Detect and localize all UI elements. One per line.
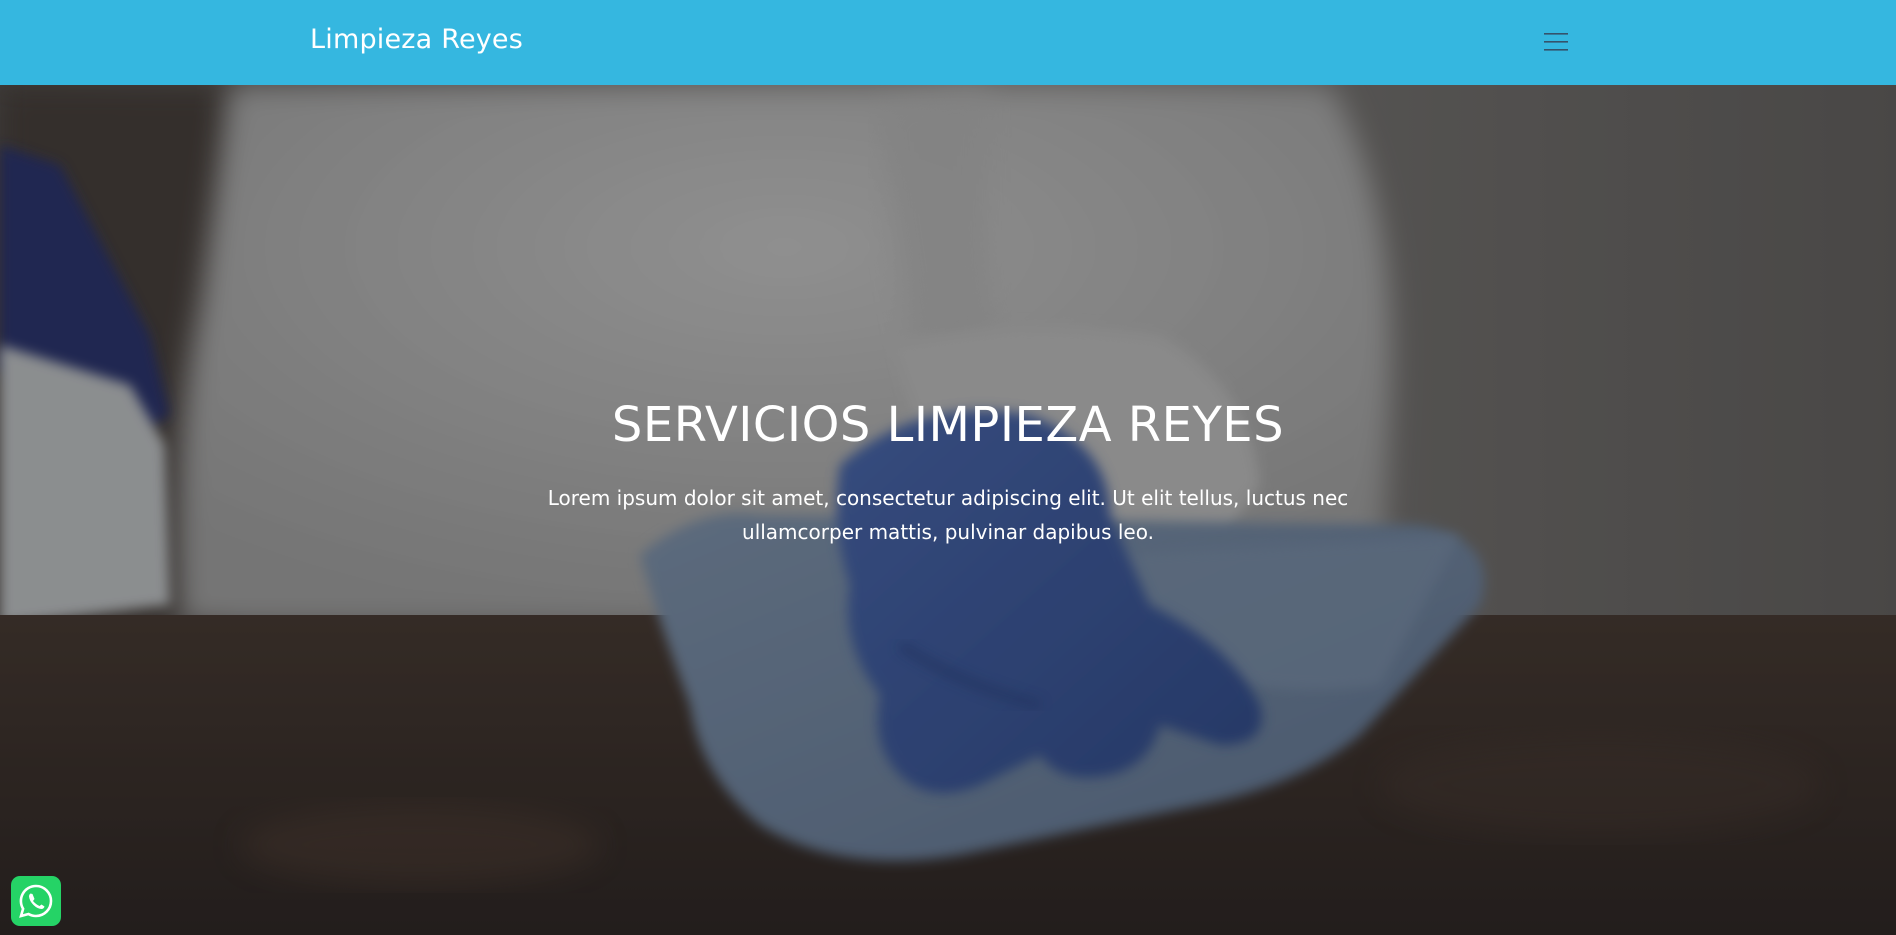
whatsapp-icon — [19, 884, 53, 918]
whatsapp-button[interactable] — [11, 876, 61, 926]
hero-content: SERVICIOS LIMPIEZA REYES Lorem ipsum dol… — [0, 397, 1896, 549]
hero-description: Lorem ipsum dolor sit amet, consectetur … — [547, 486, 1349, 544]
navbar: Limpieza Reyes — [0, 0, 1896, 85]
brand-logo-link[interactable]: Limpieza Reyes — [310, 24, 523, 55]
menu-toggle-button[interactable] — [1536, 24, 1576, 60]
hero-title: SERVICIOS LIMPIEZA REYES — [611, 397, 1285, 453]
hero-section: SERVICIOS LIMPIEZA REYES Lorem ipsum dol… — [0, 85, 1896, 935]
hamburger-icon — [1544, 33, 1568, 51]
page: Limpieza Reyes SERVICIOS LIMPIEZA REYES … — [0, 0, 1896, 935]
